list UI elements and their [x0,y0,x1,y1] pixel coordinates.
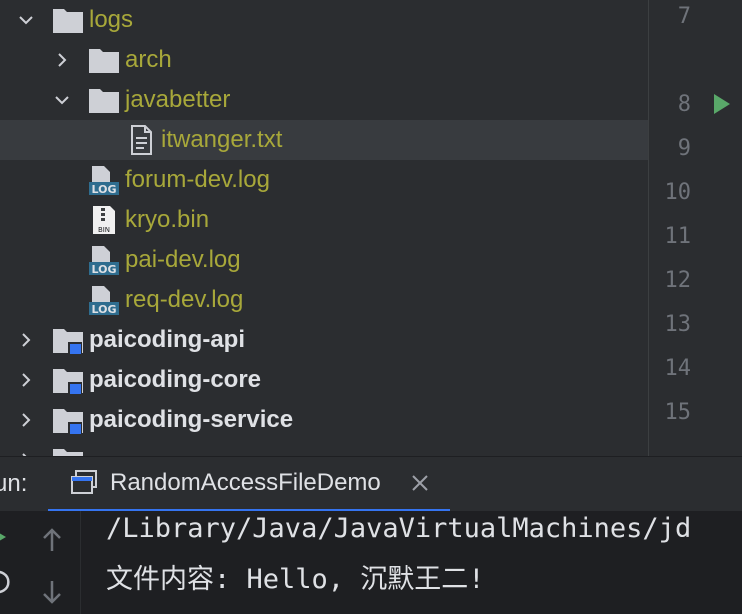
line-number: 11 [664,224,692,249]
arrow-down-icon[interactable] [40,579,64,605]
console-output: /Library/Java/JavaVirtualMachines/jd 文件内… [0,511,742,614]
line-number: 7 [677,4,691,29]
log-file-icon: LOG [89,246,119,276]
tree-item-label: kryo.bin [125,206,210,233]
tree-item-forum-dev-log[interactable]: LOG forum-dev.log [0,160,648,200]
log-file-icon: LOG [89,286,119,316]
tab-label: RandomAccessFileDemo [110,469,381,496]
line-number: 10 [664,180,692,205]
line-number: 8 [677,92,691,117]
tree-item-paicoding-core[interactable]: paicoding-core [0,360,648,400]
tree-item-logs[interactable]: logs [0,0,648,40]
line-number: 14 [664,356,692,381]
log-badge: LOG [92,303,117,316]
tree-item-req-dev-log[interactable]: LOG req-dev.log [0,280,648,320]
log-file-icon: LOG [89,166,119,196]
project-tree: logs arch javabetter itwanger.txt LOG fo… [0,0,648,456]
line-number: 15 [664,400,692,425]
chevron-right-icon[interactable] [18,372,34,388]
tree-item-paicoding-api[interactable]: paicoding-api [0,320,648,360]
wrap-icon[interactable] [0,569,10,595]
chevron-right-icon[interactable] [18,412,34,428]
console-line: 文件内容: Hello, 沉默王二! [106,564,485,595]
run-toolbar: un: RandomAccessFileDemo [0,456,742,512]
console-window-icon [71,470,97,494]
line-number: 12 [664,268,692,293]
folder-icon [53,9,83,33]
tree-item-label: paicoding-service [89,406,294,433]
chevron-right-icon[interactable] [18,332,34,348]
tree-item-label: paicoding-core [89,366,262,393]
line-number: 9 [677,136,691,161]
tab-random-access-file-demo[interactable]: RandomAccessFileDemo [48,457,450,512]
module-folder-icon [53,449,83,456]
chevron-down-icon[interactable] [54,92,70,108]
log-badge: LOG [92,263,117,276]
log-badge: LOG [92,183,117,196]
tree-item-javabetter[interactable]: javabetter [0,80,648,120]
folder-icon [89,89,119,113]
module-folder-icon [53,409,83,435]
tree-item-paicoding-service[interactable]: paicoding-service [0,400,648,440]
tree-item-itwanger-txt[interactable]: itwanger.txt [0,120,648,160]
tree-item-pai-dev-log[interactable]: LOG pai-dev.log [0,240,648,280]
run-label: un: [0,470,28,497]
module-folder-icon [53,329,83,355]
chevron-down-icon[interactable] [18,12,34,28]
binary-file-icon: BIN [93,206,115,234]
arrow-up-icon[interactable] [40,527,64,553]
editor-gutter: 7 8 9 10 11 12 13 14 15 [648,0,742,456]
tree-item-label: javabetter [125,86,231,113]
tree-item-label: req-dev.log [125,286,244,313]
close-icon[interactable] [408,471,432,495]
tree-item-label: itwanger.txt [161,126,283,153]
tree-item-label: arch [125,46,172,73]
tree-item-arch[interactable]: arch [0,40,648,80]
text-file-icon [131,125,152,155]
tree-item-label: forum-dev.log [125,166,270,193]
bin-badge: BIN [98,226,110,234]
module-folder-icon [53,369,83,395]
rerun-icon[interactable] [0,529,8,545]
console-toolbar [0,511,81,614]
run-gutter-icon[interactable] [712,92,732,116]
tree-item-label: logs [89,6,134,33]
chevron-right-icon[interactable] [54,52,70,68]
line-number: 13 [664,312,692,337]
tree-item-label: pai-dev.log [125,246,241,273]
folder-icon [89,49,119,73]
tree-item-partial [0,440,648,456]
tree-item-label: paicoding-api [89,326,245,353]
console-line: /Library/Java/JavaVirtualMachines/jd [106,513,692,544]
tree-item-kryo-bin[interactable]: BIN kryo.bin [0,200,648,240]
